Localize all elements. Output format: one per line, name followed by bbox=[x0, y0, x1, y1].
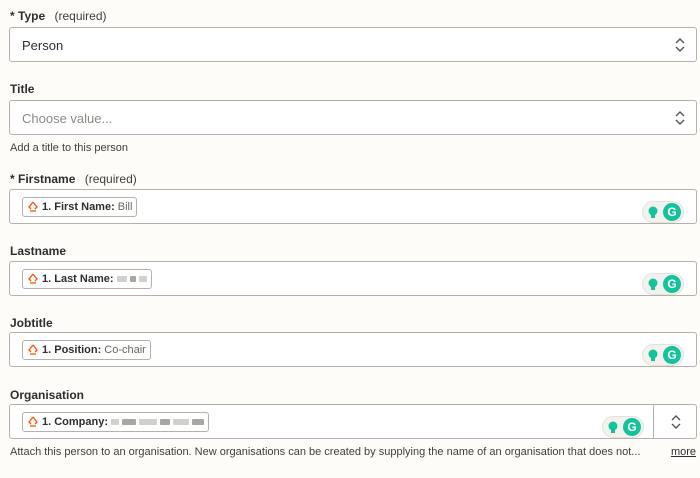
mapped-field-pill[interactable]: 1. First Name: Bill bbox=[22, 197, 138, 217]
grammarly-icon: G bbox=[663, 203, 681, 221]
lastname-label: Lastname bbox=[10, 244, 66, 258]
grammarly-widget[interactable]: G bbox=[642, 273, 684, 295]
pill-step-label: 1. First Name: bbox=[42, 201, 115, 213]
mapped-field-pill[interactable]: 1. Last Name: bbox=[22, 269, 152, 289]
select-divider bbox=[653, 405, 654, 438]
required-hint: (required) bbox=[84, 172, 137, 186]
firstname-label-text: Firstname bbox=[18, 172, 76, 186]
type-label: * Type (required) bbox=[10, 9, 107, 23]
chevron-updown-icon bbox=[675, 38, 685, 52]
more-link[interactable]: more bbox=[671, 446, 696, 458]
zap-step-icon bbox=[28, 344, 38, 355]
mapped-field-pill[interactable]: 1. Company: bbox=[22, 412, 210, 432]
redacted-value bbox=[139, 419, 158, 425]
required-hint: (required) bbox=[54, 9, 107, 23]
required-asterisk: * bbox=[10, 9, 15, 23]
redacted-value bbox=[116, 276, 127, 282]
organisation-input[interactable]: 1. Company: G bbox=[9, 404, 697, 439]
redacted-value bbox=[122, 419, 137, 425]
firstname-label: * Firstname (required) bbox=[10, 172, 137, 186]
firstname-input[interactable]: 1. First Name: Bill G bbox=[9, 189, 697, 224]
type-label-text: Type bbox=[18, 9, 46, 23]
jobtitle-label: Jobtitle bbox=[10, 316, 53, 330]
lightbulb-icon bbox=[608, 421, 618, 433]
lightbulb-icon bbox=[648, 278, 658, 290]
title-label-text: Title bbox=[10, 82, 35, 96]
grammarly-icon: G bbox=[663, 275, 681, 293]
grammarly-widget[interactable]: G bbox=[642, 344, 684, 366]
grammarly-widget[interactable]: G bbox=[642, 201, 684, 223]
title-select-placeholder: Choose value... bbox=[22, 111, 113, 126]
redacted-value bbox=[173, 419, 190, 425]
redacted-value bbox=[160, 419, 171, 425]
type-select-value: Person bbox=[22, 38, 64, 53]
pill-step-label: 1. Last Name: bbox=[42, 273, 114, 285]
type-select[interactable]: Person bbox=[9, 27, 697, 62]
lastname-label-text: Lastname bbox=[10, 244, 67, 258]
redacted-value bbox=[192, 419, 205, 425]
organisation-label-text: Organisation bbox=[10, 388, 85, 402]
title-label: Title bbox=[10, 82, 34, 96]
zap-step-icon bbox=[28, 201, 38, 212]
pill-value: Bill bbox=[117, 201, 133, 213]
organisation-helper-text: Attach this person to an organisation. N… bbox=[10, 446, 641, 458]
redacted-value bbox=[129, 276, 136, 282]
jobtitle-input[interactable]: 1. Position: Co-chair G bbox=[9, 332, 697, 367]
lightbulb-icon bbox=[648, 349, 658, 361]
mapped-field-pill[interactable]: 1. Position: Co-chair bbox=[22, 340, 151, 360]
pill-value: Co-chair bbox=[104, 344, 146, 356]
organisation-label: Organisation bbox=[10, 388, 84, 402]
redacted-value bbox=[138, 276, 147, 282]
zap-step-icon bbox=[28, 273, 38, 284]
required-asterisk: * bbox=[10, 172, 15, 186]
chevron-updown-icon[interactable] bbox=[670, 414, 682, 430]
chevron-updown-icon bbox=[675, 111, 685, 125]
pill-step-label: 1. Company: bbox=[42, 416, 109, 428]
title-select[interactable]: Choose value... bbox=[9, 100, 697, 135]
grammarly-icon: G bbox=[663, 346, 681, 364]
pill-step-label: 1. Position: bbox=[42, 344, 102, 356]
title-helper-text: Add a title to this person bbox=[10, 142, 129, 154]
lastname-input[interactable]: 1. Last Name: G bbox=[9, 261, 697, 296]
grammarly-widget[interactable]: G bbox=[602, 416, 644, 438]
grammarly-icon: G bbox=[623, 418, 641, 436]
jobtitle-label-text: Jobtitle bbox=[10, 316, 53, 330]
zap-step-icon bbox=[28, 416, 38, 427]
redacted-value bbox=[111, 419, 120, 425]
lightbulb-icon bbox=[648, 206, 658, 218]
